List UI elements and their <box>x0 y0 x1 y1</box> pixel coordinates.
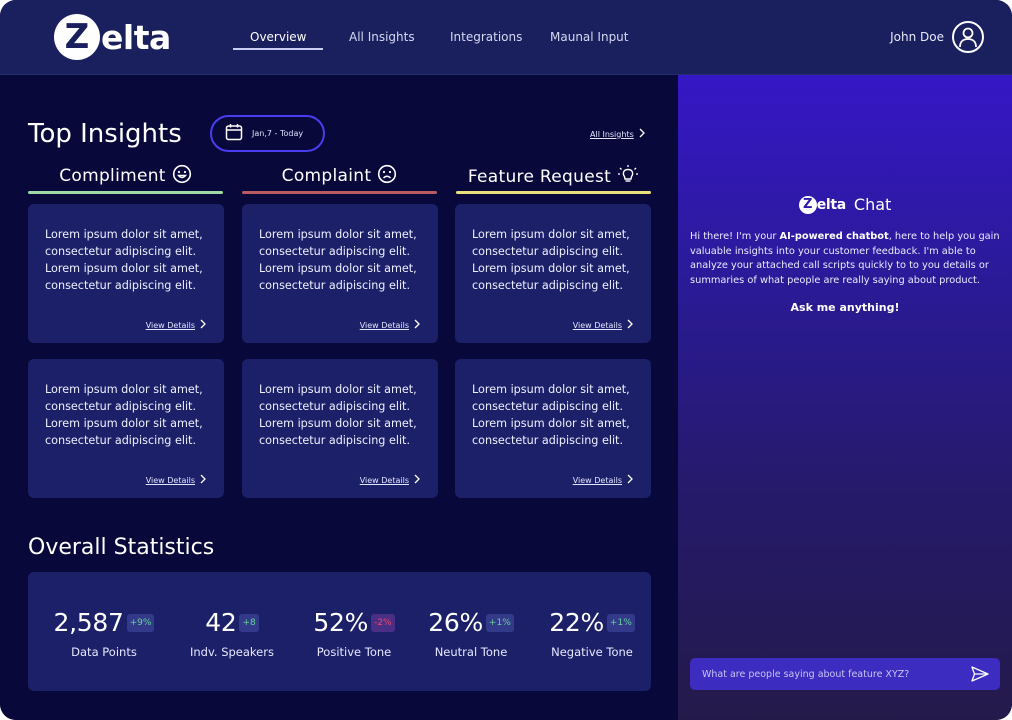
stat-delta-badge: -2% <box>371 613 395 632</box>
column-label: Compliment <box>59 166 166 186</box>
logo-mark: Z <box>54 14 100 60</box>
stat-label: Neutral Tone <box>434 645 508 659</box>
view-details-label: View Details <box>572 320 622 330</box>
insight-card-text: Lorem ipsum dolor sit amet, consectetur … <box>472 228 630 292</box>
stat-negative-tone: 22% +1% Negative Tone <box>532 608 652 659</box>
date-range-label: Jan,7 - Today <box>252 129 304 138</box>
stat-label: Negative Tone <box>551 645 633 659</box>
nav-overview[interactable]: Overview <box>250 30 307 44</box>
column-label: Feature Request <box>467 167 612 187</box>
smile-icon <box>172 164 192 188</box>
logo-wordmark: elta <box>101 17 171 57</box>
chat-panel: Z elta Chat Hi there! I'm your AI-powere… <box>678 75 1012 720</box>
chat-prompt-heading: Ask me anything! <box>790 301 900 314</box>
view-details-link[interactable]: View Details <box>146 319 206 331</box>
chevron-right-icon <box>639 128 645 140</box>
view-details-link[interactable]: View Details <box>360 474 420 486</box>
intro-emphasis: AI-powered chatbot <box>779 231 889 242</box>
insight-card: Lorem ipsum dolor sit amet, consectetur … <box>242 359 438 498</box>
stat-delta-badge: +1% <box>485 613 514 632</box>
insight-card-text: Lorem ipsum dolor sit amet, consectetur … <box>259 383 417 447</box>
column-underline <box>456 191 651 194</box>
stat-label: Positive Tone <box>316 645 392 659</box>
lightbulb-icon <box>617 164 639 190</box>
insight-card: Lorem ipsum dolor sit amet, consectetur … <box>28 359 224 498</box>
calendar-icon <box>225 123 243 145</box>
all-insights-label: All Insights <box>590 129 634 139</box>
view-details-label: View Details <box>359 320 409 330</box>
stat-value: 42 <box>205 608 237 637</box>
chat-intro-message: Hi there! I'm your AI-powered chatbot, h… <box>690 230 1002 288</box>
insight-card-text: Lorem ipsum dolor sit amet, consectetur … <box>472 383 630 447</box>
user-circle-icon[interactable] <box>952 21 984 53</box>
view-details-link[interactable]: View Details <box>573 474 633 486</box>
insight-card-text: Lorem ipsum dolor sit amet, consectetur … <box>45 228 203 292</box>
chevron-right-icon <box>627 474 633 486</box>
frown-icon <box>377 164 397 188</box>
nav-manual-input[interactable]: Maunal Input <box>550 30 629 44</box>
date-range-picker[interactable]: Jan,7 - Today <box>210 115 325 152</box>
nav-all-insights[interactable]: All Insights <box>349 30 415 44</box>
view-details-link[interactable]: View Details <box>573 319 633 331</box>
intro-text: Hi there! I'm your <box>690 231 780 242</box>
zelta-logo[interactable]: Z elta <box>54 14 171 60</box>
overall-statistics-title: Overall Statistics <box>28 535 215 560</box>
chevron-right-icon <box>200 474 206 486</box>
chevron-right-icon <box>414 474 420 486</box>
chat-header: Z elta Chat <box>678 195 1012 214</box>
stat-value: 52% <box>313 608 369 637</box>
nav-integrations[interactable]: Integrations <box>450 30 522 44</box>
insights-panel: Top Insights Jan,7 - Today All Insights … <box>0 75 678 720</box>
stat-value: 2,587 <box>53 608 124 637</box>
view-details-label: View Details <box>572 475 622 485</box>
top-navigation-bar: Z elta Overview All Insights Integration… <box>0 0 1012 75</box>
top-insights-title: Top Insights <box>28 119 182 149</box>
insight-card-text: Lorem ipsum dolor sit amet, consectetur … <box>259 228 417 292</box>
column-compliment: Compliment <box>28 164 223 194</box>
view-details-link[interactable]: View Details <box>360 319 420 331</box>
chat-title: Chat <box>853 195 892 214</box>
all-insights-link[interactable]: All Insights <box>590 128 645 140</box>
user-name: John Doe <box>890 30 944 44</box>
chat-logo-wordmark: elta <box>816 196 847 213</box>
user-menu[interactable]: John Doe <box>890 21 984 53</box>
chat-logo-mark: Z <box>798 195 817 214</box>
column-feature-request: Feature Request <box>456 164 651 194</box>
stat-value: 26% <box>428 608 483 637</box>
view-details-label: View Details <box>359 475 409 485</box>
app-window: Z elta Overview All Insights Integration… <box>0 0 1012 720</box>
view-details-label: View Details <box>145 320 195 330</box>
statistics-panel: 2,587 +9% Data Points 42 +8 Indv. Speake… <box>28 572 651 691</box>
view-details-link[interactable]: View Details <box>146 474 206 486</box>
view-details-label: View Details <box>145 475 195 485</box>
stat-positive-tone: 52% -2% Positive Tone <box>294 608 414 659</box>
stat-delta-badge: +8 <box>239 613 259 632</box>
column-complaint: Complaint <box>242 164 437 194</box>
chevron-right-icon <box>627 319 633 331</box>
stat-data-points: 2,587 +9% Data Points <box>44 608 164 659</box>
column-underline <box>28 191 223 194</box>
chevron-right-icon <box>200 319 206 331</box>
stat-label: Data Points <box>71 645 137 659</box>
chevron-right-icon <box>414 319 420 331</box>
insight-card: Lorem ipsum dolor sit amet, consectetur … <box>455 204 651 343</box>
column-label: Complaint <box>281 166 372 186</box>
stat-delta-badge: +1% <box>606 613 635 632</box>
chat-input-bar <box>690 658 1000 690</box>
chat-message-input[interactable] <box>702 668 970 680</box>
nav-active-underline <box>233 48 323 50</box>
stat-delta-badge: +9% <box>126 613 155 632</box>
send-icon[interactable] <box>970 664 990 684</box>
insight-card: Lorem ipsum dolor sit amet, consectetur … <box>455 359 651 498</box>
insight-card: Lorem ipsum dolor sit amet, consectetur … <box>242 204 438 343</box>
column-underline <box>242 191 437 194</box>
insight-card: Lorem ipsum dolor sit amet, consectetur … <box>28 204 224 343</box>
insight-card-text: Lorem ipsum dolor sit amet, consectetur … <box>45 383 203 447</box>
stat-label: Indv. Speakers <box>190 645 274 659</box>
stat-value: 22% <box>549 608 604 637</box>
stat-speakers: 42 +8 Indv. Speakers <box>172 608 292 659</box>
stat-neutral-tone: 26% +1% Neutral Tone <box>411 608 531 659</box>
